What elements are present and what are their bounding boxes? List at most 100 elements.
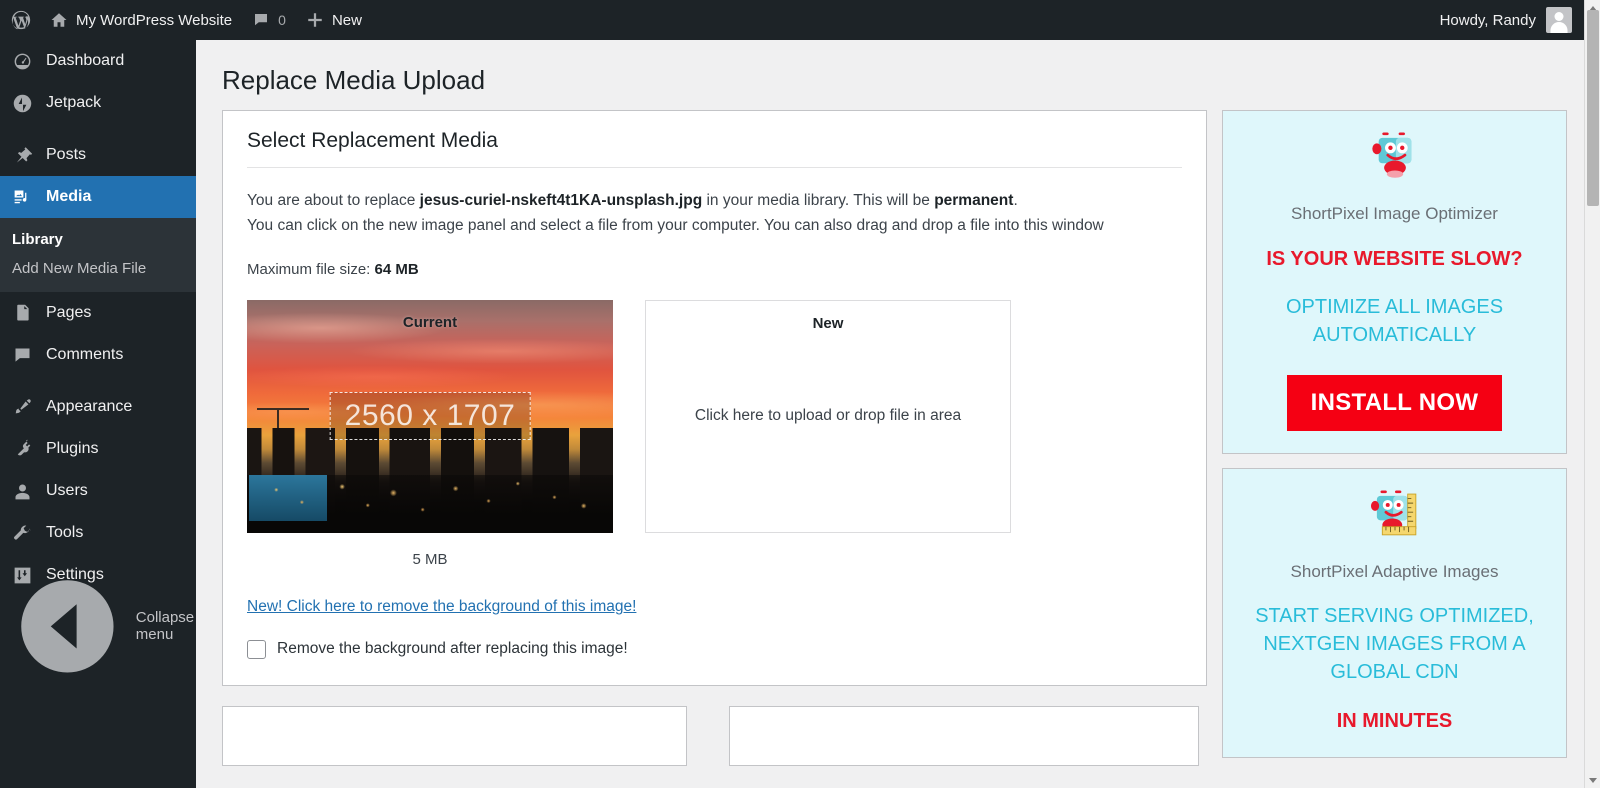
plus-icon bbox=[308, 13, 322, 27]
home-icon bbox=[51, 13, 67, 27]
dashboard-icon bbox=[14, 53, 31, 69]
sidebar-item-label: Media bbox=[46, 188, 92, 205]
sidebar-item-dashboard[interactable]: Dashboard bbox=[0, 40, 196, 82]
pages-icon bbox=[17, 304, 29, 320]
sidebar-item-media[interactable]: Media bbox=[0, 176, 196, 218]
desc-suffix: . bbox=[1013, 191, 1018, 209]
admin-bar: My WordPress Website 0 New Howdy, Randy bbox=[0, 0, 1584, 40]
target-filename: jesus-curiel-nskeft4t1KA-unsplash.jpg bbox=[419, 191, 703, 209]
robot-ruler-icon bbox=[1366, 485, 1424, 548]
new-panel-hint: Click here to upload or drop file in are… bbox=[694, 407, 962, 425]
browser-scrollbar[interactable] bbox=[1584, 0, 1600, 788]
current-media-panel: Current 2560 x 1707 5 MB bbox=[247, 299, 613, 568]
promo-subline: OPTIMIZE ALL IMAGES AUTOMATICALLY bbox=[1285, 295, 1504, 346]
promo-headline: IS YOUR WEBSITE SLOW? bbox=[1266, 247, 1523, 270]
sidebar-item-posts[interactable]: Posts bbox=[0, 134, 196, 176]
promo-column: ShortPixel Image Optimizer IS YOUR WEBSI… bbox=[1222, 109, 1567, 772]
sidebar-item-users[interactable]: Users bbox=[0, 470, 196, 512]
new-label: New bbox=[331, 11, 362, 29]
promo-product-name: ShortPixel Adaptive Images bbox=[1290, 561, 1499, 581]
desc-prefix: You are about to replace bbox=[247, 191, 420, 209]
sidebar-item-label: Settings bbox=[46, 566, 104, 583]
comment-count: 0 bbox=[278, 12, 286, 28]
sidebar-item-label: Users bbox=[46, 482, 88, 499]
sidebar-item-settings[interactable]: Settings bbox=[0, 554, 196, 596]
collapse-menu-button[interactable]: Collapse menu bbox=[0, 579, 196, 673]
city-lights-layer bbox=[247, 464, 613, 527]
sidebar-item-pages[interactable]: Pages bbox=[0, 292, 196, 334]
media-panels: Current 2560 x 1707 5 MB New Click here … bbox=[247, 299, 1182, 568]
brush-icon bbox=[15, 398, 31, 413]
desc-middle: in your media library. This will be bbox=[702, 191, 935, 209]
promo-product-name: ShortPixel Image Optimizer bbox=[1291, 203, 1498, 223]
collapse-menu-label: Collapse menu bbox=[135, 609, 195, 643]
lower-box-right bbox=[729, 705, 1199, 766]
wordpress-icon bbox=[11, 10, 31, 30]
media-submenu: Library Add New Media File bbox=[0, 218, 196, 292]
comment-icon bbox=[255, 14, 268, 26]
user-icon bbox=[15, 484, 30, 499]
howdy-greeting: Howdy, Randy bbox=[1439, 11, 1536, 29]
replace-description: You are about to replace jesus-curiel-ns… bbox=[247, 188, 1182, 239]
content-columns: Select Replacement Media You are about t… bbox=[196, 109, 1584, 772]
submenu-item-label: Library bbox=[12, 231, 63, 248]
comments-icon bbox=[15, 348, 30, 362]
install-now-button[interactable]: INSTALL NOW bbox=[1286, 374, 1503, 431]
scrollbar-thumb[interactable] bbox=[1587, 10, 1599, 206]
current-file-size: 5 MB bbox=[412, 550, 448, 568]
jetpack-icon bbox=[13, 94, 32, 112]
select-replacement-media-box: Select Replacement Media You are about t… bbox=[222, 109, 1207, 686]
sidebar-item-label: Appearance bbox=[46, 398, 133, 415]
account-menu[interactable]: Howdy, Randy bbox=[1440, 7, 1584, 33]
sidebar-item-library[interactable]: Library bbox=[0, 225, 196, 254]
sidebar-item-label: Jetpack bbox=[46, 94, 102, 111]
menu-separator bbox=[0, 124, 196, 134]
sidebar-item-comments[interactable]: Comments bbox=[0, 334, 196, 376]
current-image-thumbnail[interactable]: Current 2560 x 1707 bbox=[247, 299, 613, 533]
scroll-down-arrow[interactable] bbox=[1585, 772, 1600, 788]
promo-adaptive-images: ShortPixel Adaptive Images START SERVING… bbox=[1222, 467, 1567, 758]
remove-background-checkbox[interactable] bbox=[247, 639, 266, 659]
permanent-emphasis: permanent bbox=[934, 191, 1014, 209]
remove-background-link[interactable]: New! Click here to remove the background… bbox=[247, 598, 636, 616]
sidebar-item-appearance[interactable]: Appearance bbox=[0, 386, 196, 428]
sidebar-item-add-new-media-file[interactable]: Add New Media File bbox=[0, 254, 196, 283]
lower-box-left bbox=[222, 705, 687, 766]
robot-icon bbox=[1366, 127, 1424, 190]
box-title: Select Replacement Media bbox=[247, 129, 1182, 168]
maxsize-label: Maximum file size: bbox=[247, 260, 375, 278]
sidebar-item-jetpack[interactable]: Jetpack bbox=[0, 82, 196, 124]
maxsize-value: 64 MB bbox=[374, 260, 419, 278]
submenu-item-label: Add New Media File bbox=[12, 260, 147, 277]
new-content-button[interactable]: New bbox=[296, 0, 372, 40]
sidebar-item-label: Dashboard bbox=[46, 52, 125, 69]
comments-bubble-button[interactable]: 0 bbox=[242, 0, 296, 40]
site-title: My WordPress Website bbox=[76, 11, 233, 29]
settings-icon bbox=[14, 567, 31, 583]
maximum-file-size: Maximum file size: 64 MB bbox=[247, 261, 1182, 278]
page-title: Replace Media Upload bbox=[222, 65, 486, 95]
pin-icon bbox=[16, 146, 33, 162]
promo-trailing: IN MINUTES bbox=[1336, 709, 1453, 732]
sidebar-item-label: Plugins bbox=[46, 440, 99, 457]
image-dimensions-overlay: 2560 x 1707 bbox=[329, 392, 531, 441]
promo-subline: START SERVING OPTIMIZED, NEXTGEN IMAGES … bbox=[1255, 604, 1534, 683]
new-media-dropzone[interactable]: New Click here to upload or drop file in… bbox=[645, 299, 1011, 533]
remove-background-checkbox-row: Remove the background after replacing th… bbox=[247, 639, 1182, 659]
new-panel-label: New bbox=[812, 314, 844, 332]
avatar bbox=[1546, 7, 1572, 33]
wordpress-logo-button[interactable] bbox=[0, 0, 40, 40]
current-panel-label: Current bbox=[402, 313, 458, 331]
admin-sidebar: Dashboard Jetpack Posts Media Library Ad… bbox=[0, 40, 196, 788]
lower-boxes-row bbox=[222, 705, 1207, 766]
sidebar-item-label: Tools bbox=[46, 524, 84, 541]
promo-image-optimizer: ShortPixel Image Optimizer IS YOUR WEBSI… bbox=[1222, 109, 1567, 454]
sidebar-item-label: Comments bbox=[46, 346, 124, 363]
site-name-button[interactable]: My WordPress Website bbox=[40, 0, 242, 40]
sidebar-item-tools[interactable]: Tools bbox=[0, 512, 196, 554]
sidebar-item-plugins[interactable]: Plugins bbox=[0, 428, 196, 470]
primary-column: Select Replacement Media You are about t… bbox=[222, 109, 1207, 766]
remove-background-checkbox-label[interactable]: Remove the background after replacing th… bbox=[277, 640, 628, 658]
desc-line-two: You can click on the new image panel and… bbox=[247, 217, 1104, 235]
menu-separator bbox=[0, 376, 196, 386]
